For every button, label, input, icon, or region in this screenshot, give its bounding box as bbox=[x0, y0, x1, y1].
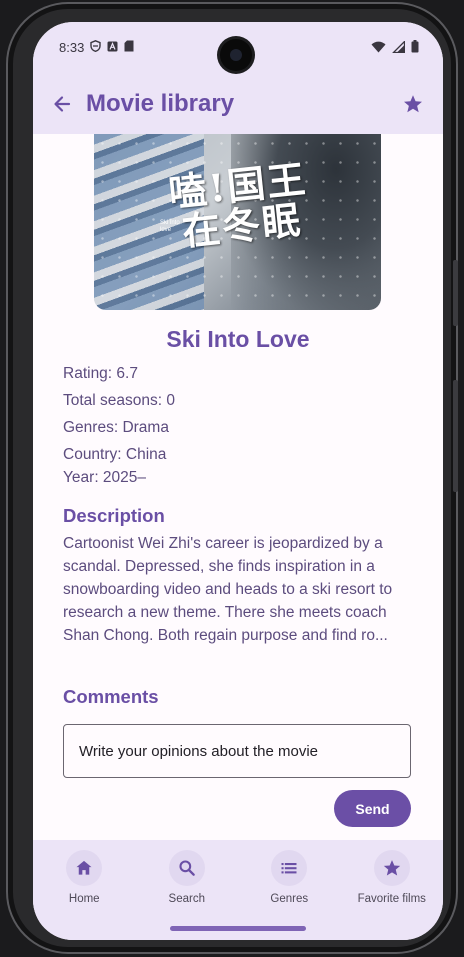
favorite-button[interactable] bbox=[397, 88, 429, 120]
poster-title-text: 嗑!国王在冬眠 bbox=[166, 155, 310, 255]
nav-label-genres: Genres bbox=[270, 893, 309, 905]
movie-year: Year: 2025– bbox=[63, 469, 147, 486]
star-icon bbox=[383, 860, 400, 876]
nav-icon-container bbox=[271, 850, 308, 886]
movie-title: Ski Into Love bbox=[166, 326, 310, 352]
battery-icon bbox=[411, 40, 419, 56]
movie-poster: 嗑!国王在冬眠 Ski into love bbox=[94, 134, 381, 310]
nav-item-genres[interactable]: Genres bbox=[238, 840, 341, 940]
signal-icon bbox=[391, 39, 406, 56]
bottom-navigation: Home Search Genres Favorite films bbox=[33, 840, 443, 940]
shield-icon bbox=[90, 40, 101, 55]
description-heading: Description bbox=[63, 505, 165, 526]
app-bar: Movie library bbox=[33, 74, 443, 134]
send-button[interactable]: Send bbox=[334, 790, 411, 827]
nav-item-search[interactable]: Search bbox=[136, 840, 239, 940]
status-left-icons bbox=[90, 40, 134, 55]
movie-details: 嗑!国王在冬眠 Ski into love Ski Into Love Rati… bbox=[33, 134, 443, 840]
description-text: Cartoonist Wei Zhi's career is jeopardiz… bbox=[63, 535, 393, 644]
nav-label-search: Search bbox=[168, 893, 205, 905]
nav-item-home[interactable]: Home bbox=[33, 840, 136, 940]
wifi-icon bbox=[371, 41, 386, 56]
comment-field[interactable] bbox=[63, 724, 411, 778]
search-icon bbox=[179, 860, 195, 876]
arrow-back-icon bbox=[54, 96, 71, 112]
front-camera bbox=[220, 39, 252, 71]
nav-icon-container bbox=[373, 850, 410, 886]
volume-button bbox=[453, 380, 458, 492]
screen: 8:33 Movie library 嗑!国王在冬眠 Ski into love… bbox=[33, 22, 443, 940]
status-right-icons bbox=[371, 39, 419, 56]
power-button bbox=[453, 260, 458, 326]
nav-icon-container bbox=[66, 850, 103, 886]
status-time: 8:33 bbox=[59, 40, 85, 55]
status-bar: 8:33 bbox=[33, 22, 443, 74]
comments-heading: Comments bbox=[63, 686, 159, 707]
nav-item-favorite-films[interactable]: Favorite films bbox=[341, 840, 444, 940]
nav-label-favorite-films: Favorite films bbox=[357, 893, 426, 905]
home-indicator[interactable] bbox=[170, 926, 306, 931]
star-icon bbox=[404, 95, 422, 113]
movie-country: Country: China bbox=[63, 446, 167, 463]
movie-seasons: Total seasons: 0 bbox=[63, 392, 176, 409]
back-button[interactable] bbox=[46, 88, 78, 120]
home-icon bbox=[76, 860, 92, 875]
nav-icon-container bbox=[168, 850, 205, 886]
poster-subtitle-text: Ski into love bbox=[160, 220, 180, 233]
movie-rating: Rating: 6.7 bbox=[63, 365, 138, 382]
list-icon bbox=[281, 863, 297, 874]
a-box-icon bbox=[107, 40, 118, 55]
phone-frame: 8:33 Movie library 嗑!国王在冬眠 Ski into love… bbox=[6, 2, 458, 954]
page-title: Movie library bbox=[86, 90, 235, 117]
comment-input[interactable] bbox=[79, 742, 399, 760]
movie-genres: Genres: Drama bbox=[63, 419, 169, 436]
nav-label-home: Home bbox=[68, 893, 100, 905]
sd-card-icon bbox=[124, 40, 134, 55]
